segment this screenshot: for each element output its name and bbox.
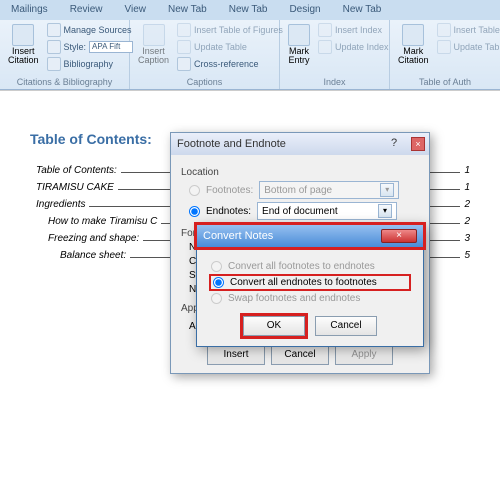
- tab-review[interactable]: Review: [59, 0, 114, 20]
- convert-notes-title: Convert Notes: [203, 230, 273, 242]
- chevron-down-icon: ▾: [380, 183, 394, 197]
- ok-button[interactable]: OK: [243, 316, 305, 336]
- endnotes-label: Endnotes:: [206, 206, 251, 217]
- close-icon[interactable]: ×: [411, 137, 425, 151]
- group-label-citations: Citations & Bibliography: [4, 77, 125, 87]
- update-toa-button[interactable]: Update Table: [437, 39, 500, 55]
- refresh-icon: [318, 40, 332, 54]
- insert-toa-button[interactable]: Insert Table: [437, 22, 500, 38]
- opt1-radio: [211, 261, 222, 272]
- cancel-button[interactable]: Cancel: [315, 316, 377, 336]
- group-label-toa: Table of Auth: [394, 77, 496, 87]
- toa-icon: [437, 23, 451, 37]
- toc-page-number: 2: [464, 216, 470, 227]
- endnotes-combo[interactable]: End of document▾: [257, 202, 397, 220]
- style-selector[interactable]: Style:APA Fift: [47, 39, 134, 55]
- mark-entry-icon: [288, 24, 310, 46]
- toc-entry-text: Ingredients: [36, 199, 85, 210]
- crossref-icon: [177, 57, 191, 71]
- ribbon: Insert Citation Manage Sources Style:APA…: [0, 20, 500, 90]
- toc-entry-text: Table of Contents:: [36, 165, 117, 176]
- toc-entry-text: Freezing and shape:: [48, 233, 139, 244]
- caption-icon: [143, 24, 165, 46]
- endnotes-radio[interactable]: [189, 206, 200, 217]
- tab-design[interactable]: Design: [278, 0, 331, 20]
- ribbon-tabs: Mailings Review View New Tab New Tab Des…: [0, 0, 500, 20]
- swap-option: Swap footnotes and endnotes: [211, 293, 409, 304]
- convert-notes-dialog: Convert Notes × Convert all footnotes to…: [196, 224, 424, 347]
- tab-new1[interactable]: New Tab: [157, 0, 218, 20]
- location-section: Location: [181, 167, 419, 178]
- cross-reference-button[interactable]: Cross-reference: [177, 56, 283, 72]
- insert-index-button[interactable]: Insert Index: [318, 22, 389, 38]
- bibliography-button[interactable]: Bibliography: [47, 56, 134, 72]
- manage-sources-button[interactable]: Manage Sources: [47, 22, 134, 38]
- toc-page-number: 1: [464, 165, 470, 176]
- mark-citation-icon: [402, 24, 424, 46]
- insert-caption-button[interactable]: Insert Caption: [134, 22, 173, 72]
- dialog-titlebar[interactable]: Footnote and Endnote ? ×: [171, 133, 429, 155]
- insert-citation-button[interactable]: Insert Citation: [4, 22, 43, 72]
- mark-citation-button[interactable]: Mark Citation: [394, 22, 433, 67]
- group-label-index: Index: [284, 77, 385, 87]
- group-toa: Mark Citation Insert Table Update Table …: [390, 20, 500, 89]
- toc-page-number: 2: [464, 199, 470, 210]
- index-icon: [318, 23, 332, 37]
- refresh-icon: [177, 40, 191, 54]
- toc-page-number: 1: [464, 182, 470, 193]
- apply-button: Apply: [335, 345, 393, 365]
- mark-entry-button[interactable]: Mark Entry: [284, 22, 314, 67]
- insert-button[interactable]: Insert: [207, 345, 265, 365]
- group-captions: Insert Caption Insert Table of Figures U…: [130, 20, 280, 89]
- book-icon: [47, 23, 61, 37]
- chevron-down-icon[interactable]: ▾: [378, 204, 392, 218]
- toc-page-number: 3: [464, 233, 470, 244]
- update-index-button[interactable]: Update Index: [318, 39, 389, 55]
- refresh-icon: [437, 40, 451, 54]
- convert-footnotes-option: Convert all footnotes to endnotes: [211, 261, 409, 272]
- bibliography-icon: [47, 57, 61, 71]
- group-index: Mark Entry Insert Index Update Index Ind…: [280, 20, 390, 89]
- footnotes-label: Footnotes:: [206, 185, 253, 196]
- insert-tof-button[interactable]: Insert Table of Figures: [177, 22, 283, 38]
- footnotes-radio: [189, 185, 200, 196]
- toc-page-number: 5: [464, 250, 470, 261]
- opt3-radio: [211, 293, 222, 304]
- tof-icon: [177, 23, 191, 37]
- tab-view[interactable]: View: [113, 0, 157, 20]
- toc-entry-text: TIRAMISU CAKE: [36, 182, 114, 193]
- toc-entry-text: Balance sheet:: [60, 250, 126, 261]
- dialog-title: Footnote and Endnote: [177, 138, 286, 150]
- cancel-button[interactable]: Cancel: [271, 345, 329, 365]
- tab-mailings[interactable]: Mailings: [0, 0, 59, 20]
- opt2-radio[interactable]: [213, 277, 224, 288]
- group-citations: Insert Citation Manage Sources Style:APA…: [0, 20, 130, 89]
- help-icon[interactable]: ?: [391, 137, 405, 151]
- convert-notes-titlebar[interactable]: Convert Notes ×: [197, 225, 423, 247]
- tab-new3[interactable]: New Tab: [332, 0, 393, 20]
- tab-new2[interactable]: New Tab: [218, 0, 279, 20]
- toc-entry-text: How to make Tiramisu C: [48, 216, 157, 227]
- close-icon[interactable]: ×: [381, 229, 417, 243]
- style-icon: [47, 40, 61, 54]
- convert-endnotes-option[interactable]: Convert all endnotes to footnotes: [211, 276, 409, 289]
- update-table-button[interactable]: Update Table: [177, 39, 283, 55]
- footnotes-combo: Bottom of page▾: [259, 181, 399, 199]
- citation-icon: [12, 24, 34, 46]
- group-label-captions: Captions: [134, 77, 275, 87]
